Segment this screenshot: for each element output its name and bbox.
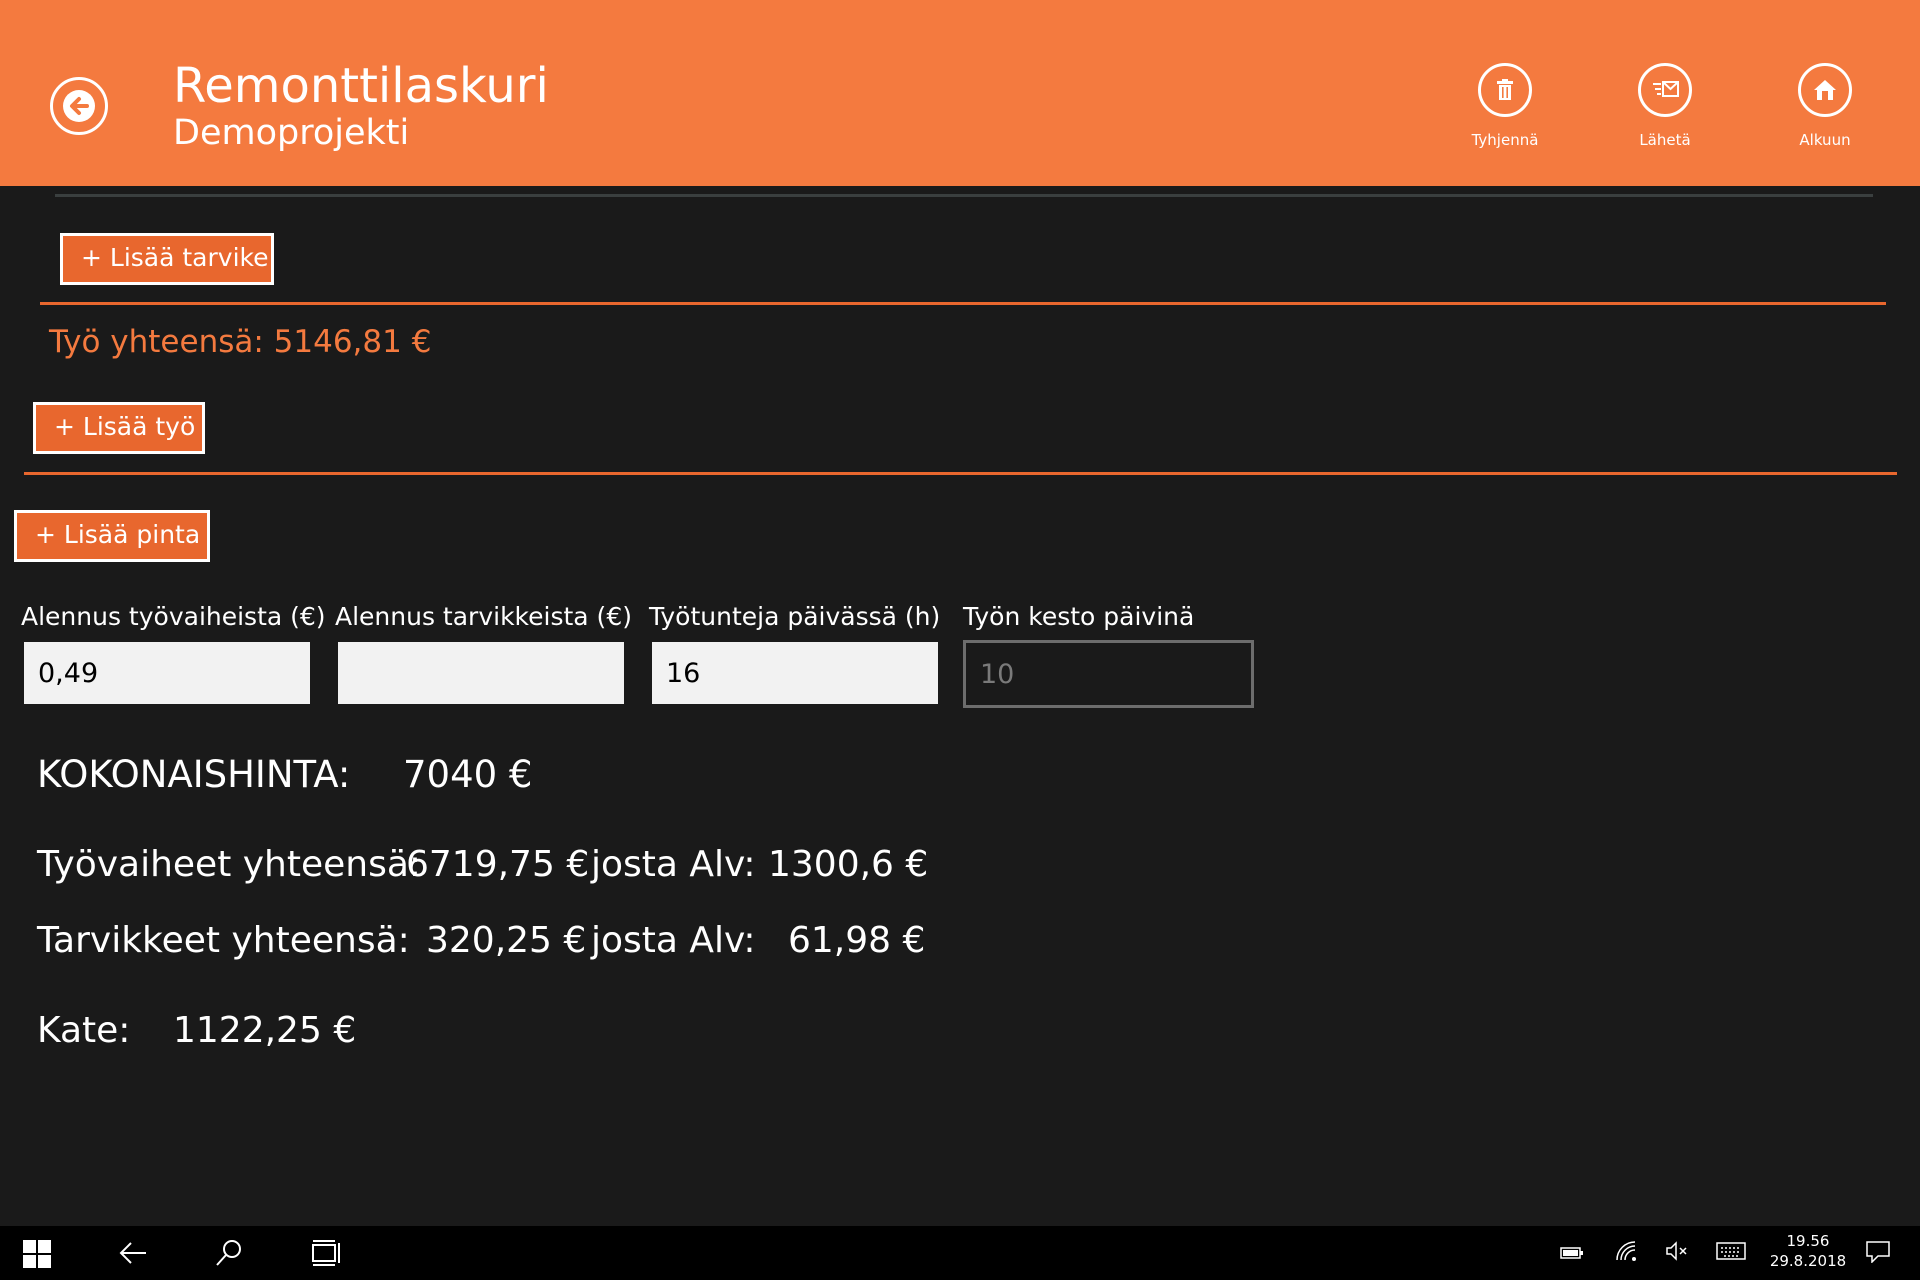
work-total: Työ yhteensä: 5146,81 € xyxy=(49,324,432,360)
divider xyxy=(55,194,1873,197)
materials-vat-value: 61,98 € xyxy=(788,920,926,961)
material-discount-input[interactable] xyxy=(338,642,624,704)
work-discount-input[interactable] xyxy=(24,642,310,704)
keyboard-icon[interactable] xyxy=(1716,1242,1746,1264)
app-title: Remonttilaskuri xyxy=(173,58,549,114)
back-button[interactable] xyxy=(50,77,108,135)
search-icon[interactable] xyxy=(214,1238,244,1272)
duration-days-label: Työn kesto päivinä xyxy=(963,602,1195,631)
materials-sum-value: 320,25 € xyxy=(426,920,587,961)
battery-icon[interactable] xyxy=(1560,1245,1584,1264)
wifi-icon[interactable] xyxy=(1615,1240,1637,1266)
task-view-icon[interactable] xyxy=(311,1239,341,1271)
work-vat-value: 1300,6 € xyxy=(768,844,929,885)
volume-muted-icon[interactable] xyxy=(1666,1241,1688,1265)
section-divider xyxy=(24,472,1897,475)
app-header: Remonttilaskuri Demoprojekti Tyhjennä Lä… xyxy=(0,0,1920,186)
margin-value: 1122,25 € xyxy=(173,1010,357,1051)
margin-label: Kate: xyxy=(37,1010,131,1051)
project-name: Demoprojekti xyxy=(173,113,410,153)
windows-start-icon[interactable] xyxy=(23,1240,51,1272)
section-divider xyxy=(40,302,1886,305)
send-label: Lähetä xyxy=(1639,131,1691,149)
materials-vat-label: josta Alv: xyxy=(591,920,756,961)
hours-per-day-input[interactable] xyxy=(652,642,938,704)
clock-time: 19.56 xyxy=(1786,1232,1830,1250)
home-label: Alkuun xyxy=(1799,131,1851,149)
total-price-value: 7040 € xyxy=(403,753,533,796)
add-surface-button[interactable]: + Lisää pinta xyxy=(14,510,210,562)
clear-label: Tyhjennä xyxy=(1471,131,1539,149)
work-vat-label: josta Alv: xyxy=(591,844,756,885)
add-work-button[interactable]: + Lisää työ xyxy=(33,402,205,454)
clock[interactable]: 19.56 29.8.2018 xyxy=(1766,1231,1850,1271)
total-price-label: KOKONAISHINTA: xyxy=(37,753,351,796)
clear-button[interactable]: Tyhjennä xyxy=(1445,63,1565,153)
add-material-button[interactable]: + Lisää tarvike xyxy=(60,233,274,285)
send-button[interactable]: Lähetä xyxy=(1605,63,1725,153)
home-button[interactable]: Alkuun xyxy=(1765,63,1885,153)
notifications-icon[interactable] xyxy=(1866,1241,1890,1267)
material-discount-label: Alennus tarvikkeista (€) xyxy=(335,602,632,631)
clock-date: 29.8.2018 xyxy=(1769,1252,1847,1270)
materials-sum-label: Tarvikkeet yhteensä: xyxy=(37,920,410,961)
hours-per-day-label: Työtunteja päivässä (h) xyxy=(649,602,941,631)
work-discount-label: Alennus työvaiheista (€) xyxy=(21,602,326,631)
duration-days-input xyxy=(963,640,1254,708)
work-sum-label: Työvaiheet yhteensä: xyxy=(37,844,422,885)
work-sum-value: 6719,75 € xyxy=(406,844,590,885)
taskbar: 19.56 29.8.2018 xyxy=(0,1226,1920,1280)
back-icon[interactable] xyxy=(118,1240,148,1270)
